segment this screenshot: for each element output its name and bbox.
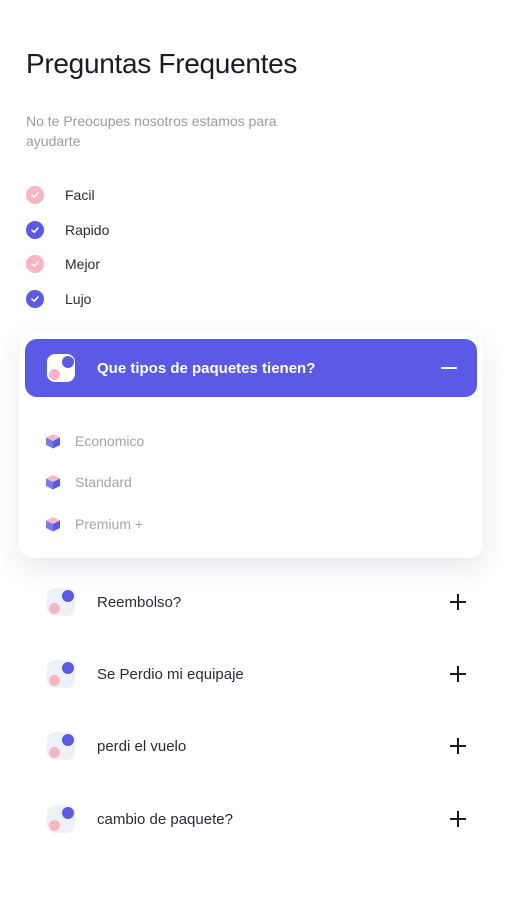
feature-label: Facil: [65, 187, 95, 204]
faq-answer-item: Standard: [45, 462, 144, 504]
faq-question-label: cambio de paquete?: [97, 810, 233, 828]
feature-item: Lujo: [26, 282, 109, 317]
plus-icon[interactable]: [449, 737, 467, 755]
faq-item-expanded: Que tipos de paquetes tienen? Economico …: [19, 332, 483, 558]
feature-item: Facil: [26, 178, 109, 213]
faq-item[interactable]: cambio de paquete?: [47, 804, 467, 834]
minus-icon[interactable]: [441, 367, 457, 369]
faq-question-label: Reembolso?: [97, 593, 182, 611]
cube-icon: [46, 475, 60, 490]
check-icon: [26, 289, 44, 308]
faq-question-toggle[interactable]: Que tipos de paquetes tienen?: [25, 339, 477, 397]
feature-label: Mejor: [65, 256, 101, 273]
check-icon: [26, 255, 44, 274]
faq-question-label: Que tipos de paquetes tienen?: [97, 359, 316, 377]
faq-answer-item: Premium +: [45, 503, 144, 545]
faq-answer-label: Premium +: [75, 515, 144, 532]
feature-item: Mejor: [26, 247, 109, 282]
dots-icon: [47, 732, 75, 760]
faq-item[interactable]: Se Perdio mi equipaje: [47, 659, 467, 689]
feature-label: Rapido: [65, 221, 110, 238]
faq-item[interactable]: perdi el vuelo: [47, 731, 467, 761]
page-title: Preguntas Frequentes: [26, 48, 298, 79]
cube-icon: [46, 516, 60, 532]
feature-list: Facil Rapido Mejor Lujo: [26, 178, 109, 316]
cube-icon: [46, 433, 60, 449]
faq-question-label: perdi el vuelo: [97, 737, 187, 755]
feature-label: Lujo: [65, 290, 92, 307]
check-icon: [26, 220, 44, 239]
dots-icon: [47, 805, 75, 833]
plus-icon[interactable]: [449, 665, 467, 683]
dots-icon: [47, 354, 75, 382]
faq-answer-list: Economico Standard Premium +: [45, 420, 144, 545]
dots-icon: [47, 588, 75, 616]
faq-answer-label: Economico: [75, 432, 145, 449]
faq-question-label: Se Perdio mi equipaje: [97, 665, 244, 683]
faq-answer-label: Standard: [75, 474, 132, 491]
check-icon: [26, 186, 44, 205]
plus-icon[interactable]: [449, 810, 467, 828]
plus-icon[interactable]: [449, 593, 467, 611]
feature-item: Rapido: [26, 213, 109, 248]
faq-answer-item: Economico: [45, 420, 144, 462]
dots-icon: [47, 660, 75, 688]
page-subtitle: No te Preocupes nosotros estamos para ay…: [26, 113, 277, 149]
faq-item[interactable]: Reembolso?: [47, 587, 467, 617]
